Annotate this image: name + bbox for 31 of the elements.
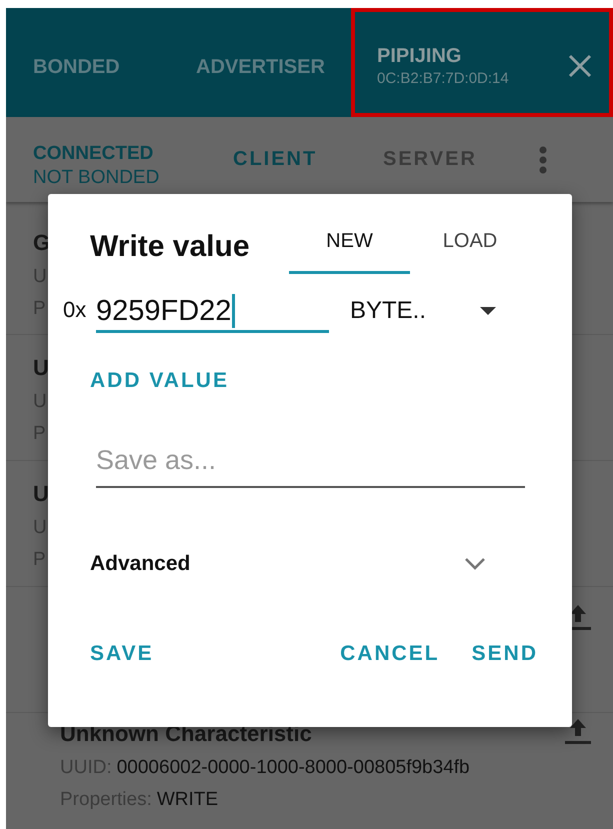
device-address: 0C:B2:B7:7D:0D:14 bbox=[377, 70, 509, 86]
hex-prefix: 0x bbox=[63, 297, 88, 324]
device-tab[interactable]: ADVERTISER bbox=[170, 8, 351, 117]
dialog-tab[interactable]: LOAD bbox=[410, 230, 530, 274]
device-tab[interactable]: BONDED bbox=[6, 8, 170, 117]
dialog-button[interactable]: CANCEL bbox=[334, 638, 446, 670]
chevron-icon[interactable] bbox=[464, 557, 486, 571]
advanced-label: Advanced bbox=[90, 552, 190, 576]
connection-status: CONNECTED bbox=[33, 142, 154, 164]
type-dropdown[interactable]: BYTE.. bbox=[350, 297, 496, 333]
upload-icon[interactable] bbox=[565, 717, 591, 745]
value-field[interactable]: 9259FD22 bbox=[96, 294, 329, 333]
bond-status: NOT BONDED bbox=[33, 166, 160, 188]
dialog-tab[interactable]: NEW bbox=[289, 230, 410, 274]
more-icon[interactable] bbox=[538, 146, 548, 174]
tab-label: ADVERTISER bbox=[196, 55, 325, 79]
dialog-button[interactable]: SAVE bbox=[84, 638, 160, 670]
item-title: Unknown Characteristic bbox=[60, 721, 313, 748]
close-icon[interactable] bbox=[567, 52, 593, 78]
device-tab[interactable]: PIPIJING 0C:B2:B7:7D:0D:14 bbox=[351, 8, 613, 117]
field-value: 00006002-0000-1000-8000-00805f9b34fb bbox=[116, 757, 470, 778]
dialog-title: Write value bbox=[90, 230, 251, 265]
tab-label: BONDED bbox=[33, 55, 120, 79]
item-title: G bbox=[33, 230, 50, 257]
field-value: WRITE bbox=[156, 789, 218, 810]
item-title: U bbox=[33, 481, 49, 508]
mode-tab[interactable]: CLIENT bbox=[233, 148, 383, 171]
item-title: U bbox=[33, 355, 49, 382]
dialog-button[interactable]: SEND bbox=[466, 638, 544, 670]
add-value-button[interactable]: ADD VALUE bbox=[90, 369, 229, 393]
tab-title: PIPIJING bbox=[377, 44, 462, 68]
